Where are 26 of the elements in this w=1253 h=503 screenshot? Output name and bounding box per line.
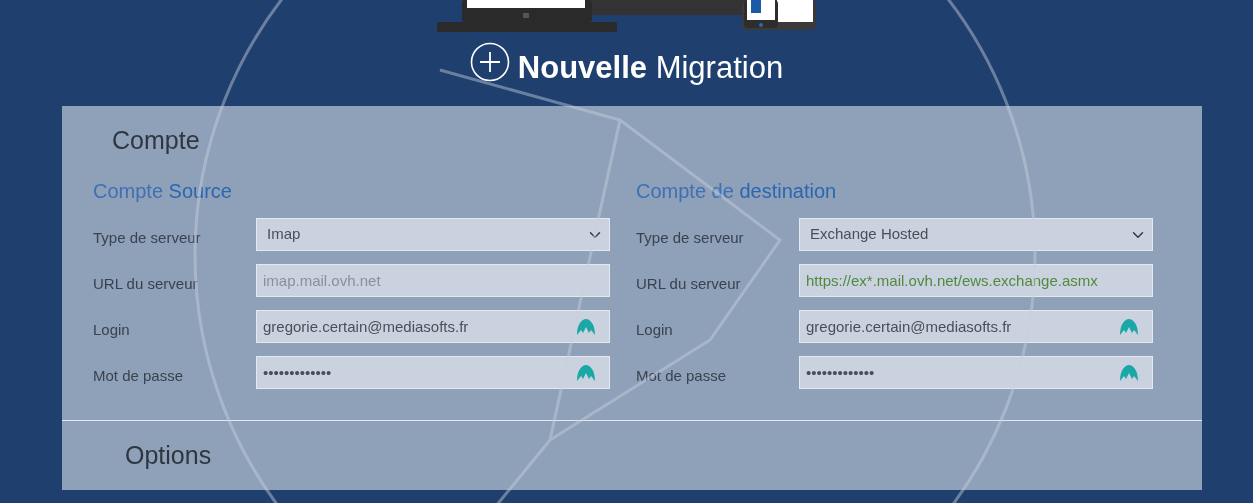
column-heading: Compte Source (93, 178, 233, 204)
field-label: URL du serveur (93, 274, 199, 295)
page-title: Nouvelle Migration (517, 52, 784, 83)
field-label: Type de serveur (93, 228, 202, 249)
add-icon (469, 41, 510, 82)
peak-icon[interactable] (1119, 364, 1139, 382)
peak-icon[interactable] (1119, 318, 1139, 336)
field-label: Login (93, 320, 131, 341)
input-field[interactable]: imap.mail.ovh.net (256, 264, 610, 297)
input-field[interactable]: gregorie.certain@mediasofts.fr (256, 310, 610, 343)
field-label: Mot de passe (93, 366, 185, 387)
field-label: Mot de passe (636, 366, 728, 387)
column-heading: Compte de destination (636, 178, 838, 204)
field-label: Login (636, 320, 674, 341)
section-title: Options (125, 439, 213, 471)
input-field[interactable]: gregorie.certain@mediasofts.fr (799, 310, 1153, 343)
input-field[interactable]: https://ex*.mail.ovh.net/ews.exchange.asmx (799, 264, 1153, 297)
section-title: Compte (112, 125, 201, 156)
server-type-select[interactable]: Exchange Hosted (799, 218, 1153, 251)
field-label: URL du serveur (636, 274, 742, 295)
input-field[interactable]: ••••••••••••• (799, 356, 1153, 389)
peak-icon[interactable] (576, 364, 596, 382)
input-field[interactable]: ••••••••••••• (256, 356, 610, 389)
server-type-select[interactable]: Imap (256, 218, 610, 251)
peak-icon[interactable] (576, 318, 596, 336)
field-label: Type de serveur (636, 228, 745, 249)
